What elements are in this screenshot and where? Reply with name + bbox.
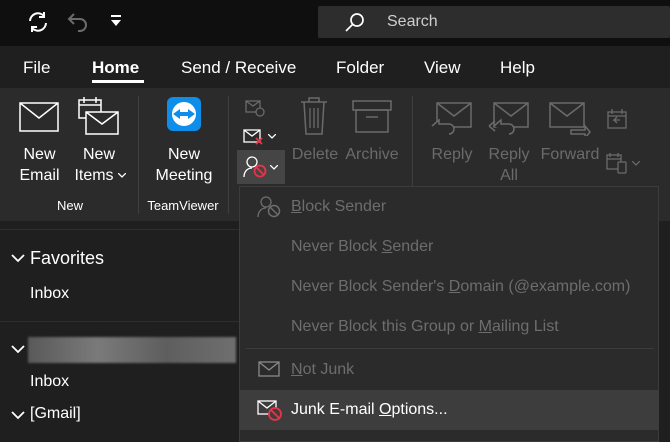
new-meeting-label-1: New [167, 146, 200, 163]
menu-separator [246, 348, 654, 349]
reply-all-button[interactable]: Reply All [482, 96, 536, 186]
group-label-new: New [56, 198, 83, 213]
group-label-teamviewer: TeamViewer [147, 198, 219, 213]
sync-icon[interactable] [26, 10, 50, 34]
chevron-down-icon [270, 165, 278, 170]
forward-button[interactable]: Forward [539, 96, 601, 186]
new-items-label-1: New [82, 146, 115, 163]
forward-icon [549, 102, 591, 136]
more-respond-icon[interactable] [606, 152, 628, 174]
menu-item-never-block-domain[interactable]: Never Block Sender's Domain (@example.co… [240, 267, 658, 307]
reply-button[interactable]: Reply [425, 96, 479, 186]
menu-item-label: Block Sender [291, 198, 387, 215]
menu-item-never-block-group[interactable]: Never Block this Group or Mailing List [240, 307, 658, 347]
block-sender-icon [257, 195, 281, 219]
undo-icon[interactable] [66, 10, 90, 34]
account-inbox[interactable]: Inbox [30, 373, 69, 391]
tab-help[interactable]: Help [500, 58, 535, 78]
menu-item-label: Not Junk [291, 361, 355, 378]
new-items-icon [78, 96, 120, 136]
junk-options-icon [257, 400, 283, 422]
menu-item-block-sender[interactable]: Block Sender [240, 187, 658, 227]
favorites-inbox[interactable]: Inbox [30, 285, 69, 303]
forward-label: Forward [540, 146, 600, 163]
new-items-button[interactable]: New Items [68, 96, 130, 186]
chevron-down-icon [118, 173, 126, 178]
new-email-label-2: Email [19, 167, 60, 184]
reply-label: Reply [431, 146, 473, 163]
new-meeting-button[interactable]: New Meeting [148, 96, 220, 186]
redacted-account-name [28, 337, 236, 363]
search-input[interactable]: Search [318, 6, 670, 38]
menu-item-never-block-sender[interactable]: Never Block Sender [240, 227, 658, 267]
search-icon [344, 12, 366, 34]
trash-icon [300, 96, 328, 136]
collapse-chevron-icon[interactable] [11, 411, 25, 420]
reply-all-icon [488, 102, 530, 136]
junk-block-icon [243, 156, 267, 178]
new-items-label-2: Items [74, 167, 114, 184]
menu-item-label: Junk E-mail Options... [291, 401, 448, 418]
collapse-chevron-icon[interactable] [11, 254, 25, 263]
archive-label: Archive [345, 146, 399, 163]
reply-all-label-2: All [500, 167, 518, 184]
reply-all-label-1: Reply [488, 146, 530, 163]
favorites-header[interactable]: Favorites [30, 248, 104, 269]
tab-send-receive[interactable]: Send / Receive [181, 58, 296, 78]
customize-toolbar-icon[interactable] [110, 14, 122, 28]
title-bar: Search [0, 0, 670, 46]
menu-item-not-junk[interactable]: Not Junk [240, 350, 658, 390]
chevron-down-icon [632, 161, 640, 166]
group-separator [228, 96, 229, 214]
new-email-label-1: New [23, 146, 56, 163]
archive-icon [352, 100, 392, 134]
menu-item-label: Never Block this Group or Mailing List [291, 318, 559, 335]
clean-up-icon[interactable] [243, 126, 265, 146]
menu-item-label: Never Block Sender's Domain (@example.co… [291, 278, 631, 295]
menu-item-junk-email-options[interactable]: Junk E-mail Options... [240, 390, 658, 430]
group-separator [412, 96, 413, 186]
menu-item-label: Never Block Sender [291, 238, 434, 255]
junk-dropdown-menu: Block Sender Never Block Sender Never Bl… [239, 186, 659, 442]
tab-view[interactable]: View [424, 58, 461, 78]
envelope-icon [258, 361, 280, 377]
collapse-chevron-icon[interactable] [11, 345, 25, 354]
group-separator [138, 96, 139, 214]
tab-file[interactable]: File [23, 58, 50, 78]
active-tab-indicator [92, 80, 144, 83]
chevron-down-icon [268, 134, 276, 139]
archive-button[interactable]: Archive [342, 96, 402, 166]
meeting-reply-icon[interactable] [606, 108, 628, 130]
tab-folder[interactable]: Folder [336, 58, 384, 78]
reply-icon [431, 102, 473, 136]
new-meeting-label-2: Meeting [155, 167, 213, 184]
delete-button[interactable]: Delete [290, 96, 340, 166]
ignore-icon[interactable] [243, 97, 265, 117]
delete-label: Delete [291, 146, 339, 163]
gmail-folder[interactable]: [Gmail] [30, 405, 81, 423]
junk-button[interactable] [237, 150, 285, 184]
envelope-icon [19, 102, 59, 132]
new-email-button[interactable]: New Email [12, 96, 67, 186]
search-placeholder: Search [387, 13, 438, 30]
tab-home[interactable]: Home [92, 58, 139, 78]
teamviewer-icon [166, 96, 202, 132]
